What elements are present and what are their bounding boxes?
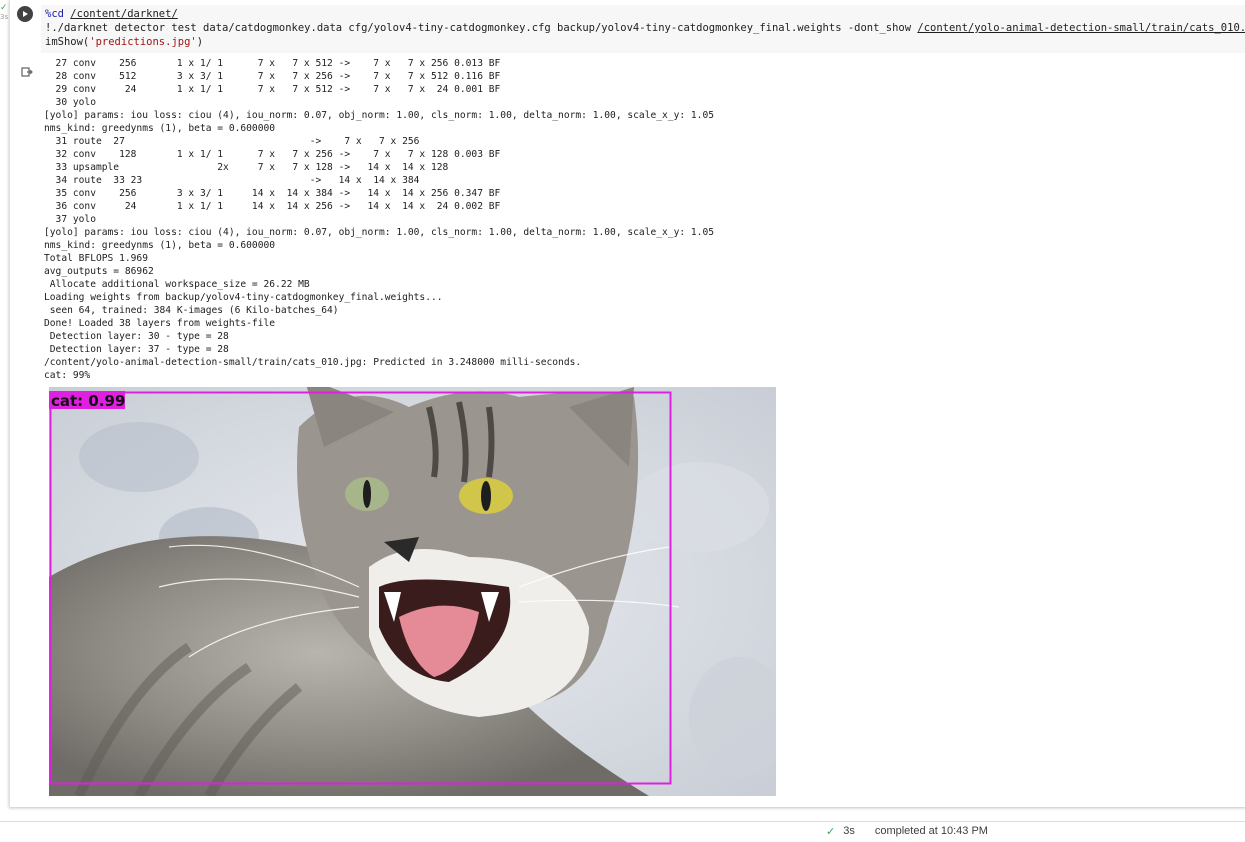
completed-time: completed at 10:43 PM bbox=[874, 825, 988, 837]
output-line: cat: 99% bbox=[44, 370, 91, 381]
output-line: 29 conv 24 1 x 1/ 1 7 x 7 x 512 -> 7 x 7… bbox=[44, 84, 501, 95]
code-line[interactable]: imShow('predictions.jpg') bbox=[45, 35, 203, 49]
output-line: Total BFLOPS 1.969 bbox=[44, 253, 148, 264]
output-line: 30 yolo bbox=[44, 97, 96, 108]
output-line: nms_kind: greedynms (1), beta = 0.600000 bbox=[44, 123, 276, 134]
code-token: !./darknet detector test data/catdogmonk… bbox=[45, 22, 918, 34]
status-bar: ✓ 3s completed at 10:43 PM bbox=[826, 824, 988, 838]
output-line: 33 upsample 2x 7 x 7 x 128 -> 14 x 14 x … bbox=[44, 162, 449, 173]
output-line: 37 yolo bbox=[44, 214, 96, 225]
output-line: seen 64, trained: 384 K-images (6 Kilo-b… bbox=[44, 305, 339, 316]
cell-output: 27 conv 256 1 x 1/ 1 7 x 7 x 512 -> 7 x … bbox=[44, 57, 1234, 382]
check-icon: ✓ bbox=[0, 3, 8, 13]
output-line: Detection layer: 30 - type = 28 bbox=[44, 331, 229, 342]
code-token: ) bbox=[196, 36, 204, 48]
status-divider bbox=[0, 821, 1245, 822]
output-line: 32 conv 128 1 x 1/ 1 7 x 7 x 256 -> 7 x … bbox=[44, 149, 501, 160]
code-token: /content/darknet/ bbox=[70, 8, 178, 20]
output-icon bbox=[21, 67, 33, 77]
output-line: 28 conv 512 3 x 3/ 1 7 x 7 x 256 -> 7 x … bbox=[44, 71, 501, 82]
play-icon bbox=[23, 11, 28, 17]
check-icon: ✓ bbox=[826, 825, 836, 838]
output-line: 35 conv 256 3 x 3/ 1 14 x 14 x 384 -> 14… bbox=[44, 188, 501, 199]
cell-gutter: ✓ 3s bbox=[0, 0, 9, 805]
output-line: 31 route 27 -> 7 x 7 x 256 bbox=[44, 136, 420, 147]
code-token: /content/yolo-animal-detection-small/tra… bbox=[917, 22, 1245, 34]
output-line: Detection layer: 37 - type = 28 bbox=[44, 344, 229, 355]
output-line: 27 conv 256 1 x 1/ 1 7 x 7 x 512 -> 7 x … bbox=[44, 58, 501, 69]
cat-photo: cat: 0.99 bbox=[49, 387, 776, 796]
code-line[interactable]: %cd /content/darknet/ bbox=[45, 7, 178, 21]
exec-duration: 3s bbox=[843, 825, 855, 837]
code-token: 'predictions.jpg' bbox=[89, 36, 197, 48]
code-token: %cd bbox=[45, 8, 71, 20]
code-token: imShow( bbox=[45, 36, 90, 48]
output-line: [yolo] params: iou loss: ciou (4), iou_n… bbox=[44, 110, 715, 121]
output-line: Allocate additional workspace_size = 26.… bbox=[44, 279, 310, 290]
output-line: Done! Loaded 38 layers from weights-file bbox=[44, 318, 276, 329]
output-line: avg_outputs = 86962 bbox=[44, 266, 154, 277]
detection-label: cat: 0.99 bbox=[51, 392, 125, 410]
output-line: /content/yolo-animal-detection-small/tra… bbox=[44, 357, 582, 368]
run-cell-button[interactable] bbox=[17, 6, 33, 22]
code-editor[interactable]: %cd /content/darknet/!./darknet detector… bbox=[41, 5, 1245, 53]
output-line: nms_kind: greedynms (1), beta = 0.600000 bbox=[44, 240, 276, 251]
output-line: 34 route 33 23 -> 14 x 14 x 384 bbox=[44, 175, 420, 186]
output-line: [yolo] params: iou loss: ciou (4), iou_n… bbox=[44, 227, 715, 238]
output-line: 36 conv 24 1 x 1/ 1 14 x 14 x 256 -> 14 … bbox=[44, 201, 501, 212]
prediction-image: cat: 0.99 bbox=[49, 387, 776, 796]
output-line: Loading weights from backup/yolov4-tiny-… bbox=[44, 292, 443, 303]
gutter-exec-time: 3s bbox=[0, 13, 9, 21]
code-line[interactable]: !./darknet detector test data/catdogmonk… bbox=[45, 21, 1245, 35]
